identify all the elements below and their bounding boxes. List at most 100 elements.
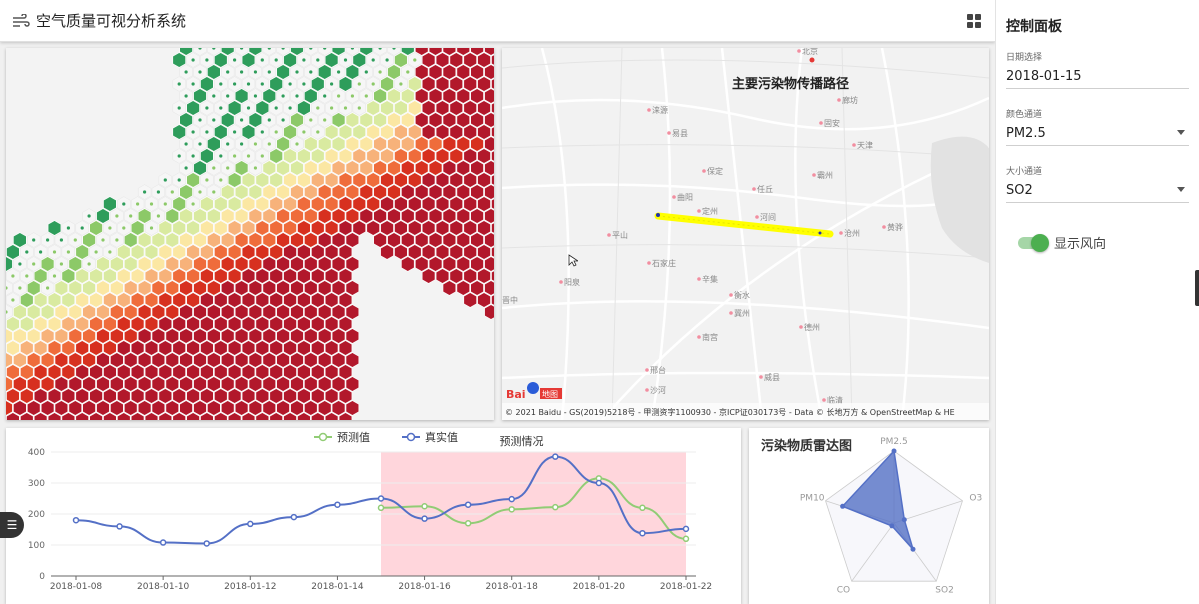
hex-cell-dot [177,154,181,158]
hex-cell-dot [337,94,341,98]
apps-grid-icon[interactable] [967,14,981,28]
hex-cell [442,112,457,128]
hex-cell [227,292,242,308]
hex-cell [33,340,48,356]
hex-cell [26,352,41,368]
hex-cell [151,352,166,368]
hex-cell [338,340,353,356]
data-point [159,539,167,546]
hex-cell-dot [184,142,188,146]
hex-cell [297,268,311,284]
hex-cell [484,136,494,152]
place-dot [647,108,651,112]
hex-cell [68,256,82,272]
size-channel-value[interactable]: SO2 [1006,183,1189,198]
hex-cell [193,88,207,104]
baidu-map[interactable]: 主要污染物传播路径 北京廊坊天津保定任丘定州河间沧州石家庄辛集衡水冀州德州南宫邢… [502,48,989,420]
place-label: 辛集 [702,274,718,284]
hex-cell-dot [357,106,361,110]
hex-cell [207,232,221,248]
hex-cell-dot [191,130,195,134]
radar-point [910,546,916,552]
wind-toggle[interactable] [1018,233,1049,252]
hex-cell [40,304,55,320]
hex-cell [352,52,367,68]
hex-cell [158,388,173,404]
hex-cell [463,124,477,140]
hex-cell-dot [274,130,278,134]
hex-cell [179,208,193,224]
hex-cell [401,232,415,248]
hex-cell [207,328,221,344]
data-point [203,540,210,547]
baidu-map-panel[interactable]: 主要污染物传播路径 北京 廊坊 天津 保定 任丘 定州 河间 沧州 石家庄 辛集 衡水 冀州 德州 南宫邢… [502,48,989,420]
hex-cell [338,244,353,260]
wind-toggle-label: 显示风向 [1054,237,1107,252]
hex-cell [193,280,207,296]
size-channel-select[interactable]: 大小通道 SO2 [1006,164,1189,203]
hex-cell-dot [323,118,327,122]
hexbin-map-panel[interactable] [6,48,494,420]
hex-cell [373,136,387,152]
hex-cell [47,340,62,356]
pollutant-radar-chart[interactable]: 污染物质雷达图 PM2.5 O3 SO2 CO PM10 [749,428,989,604]
chevron-down-icon[interactable] [1177,130,1185,135]
color-channel-value[interactable]: PM2.5 [1006,126,1189,141]
color-channel-select[interactable]: 颜色通道 PM2.5 [1006,107,1189,146]
hex-cell [484,184,494,200]
hex-cell [304,304,318,320]
date-value[interactable]: 2018-01-15 [1006,69,1189,84]
hexbin-map[interactable] [6,48,494,420]
hex-cell-dot [246,106,251,110]
hex-cell [428,184,443,200]
place-label: 定州 [702,206,718,216]
hex-cell [103,364,117,380]
hex-cell [172,388,186,404]
data-point [247,520,254,528]
place-dot [697,209,701,213]
hex-cell [207,208,221,224]
hex-cell [33,268,48,284]
hex-cell [214,388,228,404]
hex-cell [470,256,484,272]
hex-cell [304,376,318,392]
control-panel: 控制面板 日期选择 2018-01-15 颜色通道 PM2.5 大小通道 SO2… [995,0,1199,604]
hex-cell [449,220,464,236]
chevron-down-icon[interactable] [1177,187,1185,192]
hex-cell [227,364,242,380]
hex-cell [75,388,89,404]
hex-cell-dot [52,250,57,254]
hex-cell [401,88,415,104]
hex-cell [421,196,436,212]
y-tick-label: 200 [28,510,45,520]
hex-cell [269,172,283,188]
hex-cell [54,376,69,392]
hex-cell [227,196,242,212]
prediction-line-chart[interactable]: 0 100 200 300 400 2018-01-08 2018-01-10 2018-01… [6,428,741,604]
hex-cell [276,400,290,416]
hex-cell [380,220,394,236]
radar-indicator-label: CO [837,585,850,595]
hex-cell [33,388,48,404]
hex-cell [428,232,443,248]
hex-cell-dot [205,130,209,134]
hex-cell-dot [18,286,22,290]
hex-cell-dot [316,58,320,62]
sidebar-collapse-handle[interactable] [1195,270,1199,306]
hex-cell [408,196,422,212]
hex-cell [151,232,166,248]
place-label: 霸州 [817,171,833,180]
hex-cell [290,232,304,248]
hex-cell [380,100,394,116]
wind-toggle-row[interactable]: 显示风向 [1018,233,1189,252]
data-point [639,529,646,537]
hex-cell [54,352,69,368]
place-label: 晋中 [502,295,518,305]
hex-cell [103,388,117,404]
hex-cell [262,184,277,200]
hex-cell [276,280,290,296]
date-picker[interactable]: 日期选择 2018-01-15 [1006,50,1189,89]
hex-cell [345,400,360,416]
hex-cell [130,220,145,236]
hex-cell [130,268,145,284]
